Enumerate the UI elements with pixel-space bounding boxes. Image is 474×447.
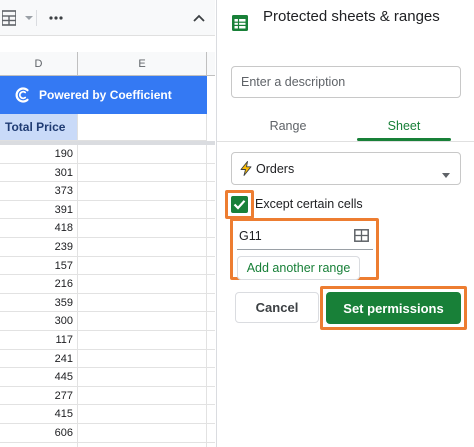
total-price-cell[interactable]: 415: [0, 405, 78, 423]
total-price-cell[interactable]: 277: [0, 386, 78, 405]
column-header-f[interactable]: [207, 52, 215, 76]
chevron-down-icon[interactable]: [24, 7, 34, 29]
table-row: 359: [0, 293, 215, 313]
table-body: 190 301 373 391 418 239 157 216 359 300 117 241 445 2…: [0, 145, 215, 447]
header-cell-empty[interactable]: [78, 114, 207, 141]
table-row: 241: [0, 349, 215, 369]
empty-cell[interactable]: [78, 182, 207, 200]
spreadsheet-area: D E Powered by Coefficient Total Price 1…: [0, 0, 215, 447]
total-price-cell[interactable]: 391: [0, 200, 78, 219]
table-row: 117: [0, 330, 215, 350]
table-row: 300: [0, 312, 215, 331]
total-price-cell[interactable]: 359: [0, 293, 78, 312]
table-row: 445: [0, 368, 215, 387]
lightning-icon: [240, 161, 252, 176]
set-permissions-button[interactable]: Set permissions: [326, 292, 461, 324]
toolbar-divider: [36, 10, 37, 26]
chevron-up-icon[interactable]: [192, 7, 206, 29]
description-input[interactable]: Enter a description: [231, 66, 461, 98]
dropdown-caret-icon: [442, 167, 450, 181]
coefficient-banner: Powered by Coefficient: [0, 76, 207, 114]
total-price-cell[interactable]: 190: [0, 145, 78, 163]
total-price-cell[interactable]: 241: [0, 349, 78, 368]
empty-cell[interactable]: [78, 275, 207, 293]
table-header-row: Total Price: [0, 114, 215, 141]
protected-ranges-panel: Protected sheets & ranges Enter a descri…: [216, 0, 474, 447]
except-cells-checkbox[interactable]: [231, 196, 248, 213]
total-price-cell[interactable]: 239: [0, 237, 78, 256]
empty-cell[interactable]: [78, 330, 207, 349]
banner-text: Powered by Coefficient: [39, 88, 172, 102]
table-row: 190: [0, 145, 215, 164]
range-input[interactable]: G11: [237, 223, 373, 250]
table-row: 391: [0, 200, 215, 220]
empty-cell[interactable]: [78, 423, 207, 442]
checkmark-icon: [233, 200, 246, 210]
total-price-cell[interactable]: 301: [0, 163, 78, 182]
empty-cell[interactable]: [78, 312, 207, 330]
tab-divider: [217, 141, 474, 142]
more-icon[interactable]: [48, 7, 64, 29]
empty-cell[interactable]: [78, 386, 207, 405]
empty-cell[interactable]: [78, 405, 207, 423]
sheet-select[interactable]: Orders: [231, 152, 461, 185]
column-header-d[interactable]: D: [0, 52, 78, 76]
total-price-cell[interactable]: 606: [0, 423, 78, 442]
add-another-range-button[interactable]: Add another range: [237, 256, 360, 280]
empty-cell[interactable]: [78, 200, 207, 219]
empty-cell[interactable]: [78, 349, 207, 368]
table-row: [0, 442, 215, 447]
table-row: 415: [0, 405, 215, 424]
cancel-button[interactable]: Cancel: [235, 292, 319, 323]
select-range-icon[interactable]: [354, 229, 369, 245]
total-price-cell[interactable]: 300: [0, 312, 78, 330]
panel-title: Protected sheets & ranges: [263, 8, 440, 25]
total-price-cell[interactable]: 445: [0, 368, 78, 386]
empty-cell[interactable]: [78, 442, 207, 447]
empty-cell[interactable]: [78, 163, 207, 182]
panel-header: Protected sheets & ranges: [217, 0, 474, 50]
table-row: 157: [0, 256, 215, 276]
except-cells-label: Except certain cells: [255, 197, 363, 211]
table-row: 239: [0, 237, 215, 257]
empty-cell[interactable]: [78, 368, 207, 386]
empty-cell[interactable]: [78, 219, 207, 237]
total-price-cell[interactable]: 157: [0, 256, 78, 275]
header-cell-total-price[interactable]: Total Price: [0, 114, 78, 141]
table-row: 216: [0, 275, 215, 294]
empty-cell[interactable]: [78, 237, 207, 256]
empty-cell[interactable]: [78, 293, 207, 312]
sheet-toolbar: [0, 0, 215, 36]
total-price-cell[interactable]: 373: [0, 182, 78, 200]
total-price-cell[interactable]: 216: [0, 275, 78, 293]
sheet-select-value: Orders: [256, 161, 295, 176]
tab-range[interactable]: Range: [231, 112, 345, 140]
total-price-cell[interactable]: 418: [0, 219, 78, 237]
table-row: 301: [0, 163, 215, 183]
range-input-value: G11: [239, 229, 262, 243]
sheets-table-icon: [231, 14, 249, 37]
empty-cell[interactable]: [78, 256, 207, 275]
table-row: 373: [0, 182, 215, 201]
grid-icon[interactable]: [2, 7, 16, 29]
coefficient-logo-icon: [15, 87, 29, 103]
column-header-e[interactable]: E: [78, 52, 207, 76]
table-row: 606: [0, 423, 215, 443]
table-row: 277: [0, 386, 215, 406]
total-price-cell[interactable]: 117: [0, 330, 78, 349]
total-price-cell[interactable]: [0, 442, 78, 447]
tab-sheet[interactable]: Sheet: [345, 112, 463, 140]
table-row: 418: [0, 219, 215, 238]
empty-cell[interactable]: [78, 145, 207, 163]
